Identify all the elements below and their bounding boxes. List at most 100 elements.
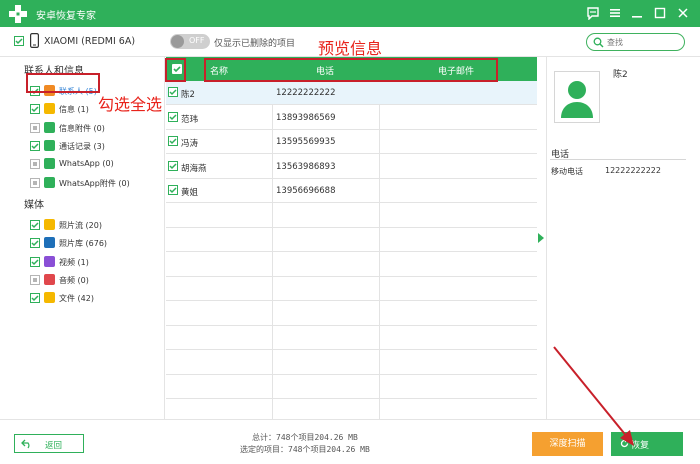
detail-field-label: 移动电话 [551,167,583,176]
sidebar-item-checkbox[interactable] [30,177,40,191]
sidebar-item[interactable]: WhatsApp (0) [30,157,152,171]
total-stats: 总计：748个项目204.26 MB [252,433,358,442]
close-icon[interactable] [672,3,694,24]
sidebar-item-checkbox[interactable] [30,140,40,154]
back-button-label: 返回 [45,441,63,451]
sidebar-item-checkbox[interactable] [30,274,40,288]
restore-button[interactable]: 恢复 [611,432,683,456]
audio-icon [44,273,55,285]
sidebar-item-checkbox[interactable] [30,104,40,117]
folder-icon [44,292,55,304]
toggle-knob [171,35,184,48]
table-body: 陈2 12222222222 范玮 13893986569 冯涛 13595569935 胡… [166,81,537,424]
contacts-table: 名称 电话 电子邮件 陈2 12222222222 范玮 13893986569 冯涛 1… [166,57,537,424]
detail-divider [550,159,686,160]
device-name: XIAOMI (REDMI 6A) [44,36,136,47]
annotation-select-all: 勾选全选 [98,95,163,114]
sidebar-item[interactable]: 照片流 (20) [30,218,152,232]
sidebar-item-label: 信息附件 (0) [59,123,105,133]
sidebar-item-checkbox[interactable] [30,159,40,172]
sidebar-item-label: 文件 (42) [59,294,94,304]
restore-icon [620,439,629,448]
cell-name: 陈2 [181,90,195,100]
table-row[interactable]: 陈2 12222222222 [166,81,537,105]
sidebar-item[interactable]: 视频 (1) [30,255,152,269]
photo-stream-icon [44,219,55,230]
table-row[interactable]: 范玮 13893986569 [166,106,537,130]
toggle-state: OFF [189,36,205,45]
sidebar-item-checkbox[interactable] [30,122,40,136]
empty-table-row [166,302,537,326]
detail-contact-name: 陈2 [613,70,628,80]
device-checkbox[interactable] [14,36,24,49]
expand-panel-arrow-icon[interactable] [538,233,544,243]
annotation-box-header-columns [204,58,498,82]
sidebar-item-label: 视频 (1) [59,257,89,267]
cell-phone: 12222222222 [276,88,336,98]
sidebar-item-checkbox[interactable] [30,220,40,233]
deleted-only-label: 仅显示已删除的项目 [214,39,296,49]
sidebar-item-label: 照片流 (20) [59,221,102,230]
sidebar-group-title: 媒体 [24,200,44,211]
sidebar-item[interactable]: 照片库 (676) [30,236,152,250]
cell-phone: 13956696688 [276,186,336,196]
table-row[interactable]: 黄姐 13956696688 [166,179,537,203]
empty-table-row [166,204,537,228]
whatsapp-icon [44,158,55,170]
empty-table-row [166,228,537,252]
app-window: 安卓恢复专家 XIAOMI (REDMI 6A) OFF 仅显示已删除的项目 预… [0,0,700,464]
video-icon [44,255,55,267]
annotation-box-header-checkbox [165,58,186,82]
cell-phone: 13563986893 [276,161,336,172]
deep-scan-button[interactable]: 深度扫描 [532,432,603,456]
message-icon [44,103,55,115]
search-input[interactable] [607,36,679,48]
call-log-icon [44,139,55,151]
row-checkbox[interactable] [168,87,178,100]
sidebar-item-label: 照片库 (676) [59,239,108,249]
sidebar-item-label: 音频 (0) [59,275,89,285]
cell-phone: 13595569935 [276,137,336,147]
selected-stats: 选定的项目：748个项目204.26 MB [240,445,370,454]
maximize-icon[interactable] [649,3,671,24]
search-box[interactable] [586,33,685,51]
row-checkbox[interactable] [168,136,178,149]
sidebar-item-label: 信息 (1) [59,105,89,115]
table-row[interactable]: 冯涛 13595569935 [166,130,537,154]
row-checkbox[interactable] [168,185,178,198]
footer-bar: 返回 总计：748个项目204.26 MB 选定的项目：748个项目204.26… [0,419,700,464]
phone-icon [30,33,39,48]
cell-phone: 13893986569 [276,112,336,123]
whatsapp-attachment-icon [44,176,55,188]
back-button[interactable]: 返回 [14,434,84,453]
minimize-icon[interactable] [626,3,648,24]
sidebar-item[interactable]: WhatsApp附件 (0) [30,176,152,190]
sidebar-item-label: 通话记录 (3) [59,141,105,151]
empty-table-row [166,351,537,375]
search-icon [593,37,604,48]
contact-avatar-icon [561,81,593,118]
sidebar-item[interactable]: 文件 (42) [30,291,152,305]
table-row[interactable]: 胡海燕 13563986893 [166,155,537,179]
row-checkbox[interactable] [168,160,178,174]
sidebar-item[interactable]: 通话记录 (3) [30,139,152,153]
sidebar-item[interactable]: 信息附件 (0) [30,121,152,135]
sidebar-item-checkbox[interactable] [30,238,40,251]
sidebar-item-checkbox[interactable] [30,293,40,306]
item-stats: 总计：748个项目204.26 MB 选定的项目：748个项目204.26 MB [240,432,370,456]
back-arrow-icon [21,439,30,449]
empty-table-row [166,253,537,277]
feedback-icon[interactable] [582,3,604,24]
annotation-box-contacts [26,73,100,93]
photo-library-icon [44,237,55,249]
sidebar-item-checkbox[interactable] [30,256,40,270]
row-checkbox[interactable] [168,111,178,125]
cell-name: 范玮 [181,114,199,125]
detail-field-value: 12222222222 [605,166,661,175]
restore-button-label: 恢复 [631,441,650,451]
empty-table-row [166,277,537,301]
menu-icon[interactable] [604,3,626,24]
annotation-preview: 预览信息 [318,39,383,58]
sidebar-item[interactable]: 音频 (0) [30,273,152,287]
deleted-only-toggle[interactable]: OFF [170,34,210,49]
